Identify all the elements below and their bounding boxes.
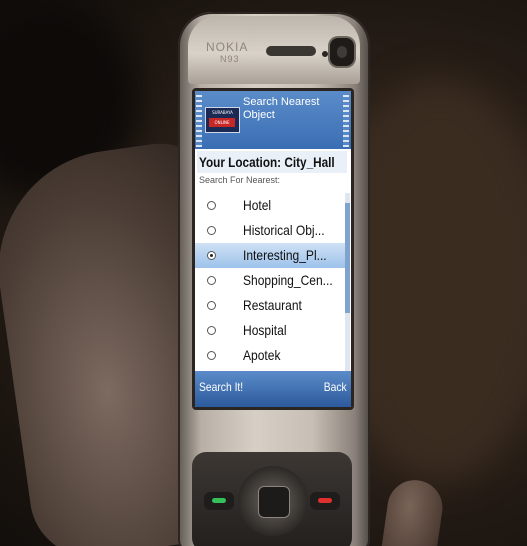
option-label: Historical Obj... [243, 222, 325, 238]
scrollbar[interactable] [345, 193, 350, 371]
logo-line-1: SURABAYA [212, 110, 233, 115]
finger [379, 476, 446, 546]
end-key[interactable] [310, 492, 340, 510]
phone-brand: NOKIA N93 [206, 40, 249, 65]
location-header: Your Location: City_Hall [197, 151, 347, 173]
option-label: Hotel [243, 197, 272, 213]
list-item-hospital[interactable]: Hospital [195, 318, 345, 343]
option-list: Hotel Historical Obj... Interesting_Pl..… [195, 193, 345, 371]
app-title-bar: SURABAYA ONLINE Search Nearest Object [195, 91, 351, 149]
radio-button-selected[interactable] [207, 251, 216, 260]
app-title: Search Nearest Object [243, 96, 320, 121]
app-logo: SURABAYA ONLINE [205, 107, 240, 133]
call-key[interactable] [204, 492, 234, 510]
earpiece-speaker [266, 46, 316, 56]
list-item-interesting-place[interactable]: Interesting_Pl... [195, 243, 345, 268]
radio-button[interactable] [207, 301, 216, 310]
model-name: N93 [220, 54, 240, 64]
logo-line-2: ONLINE [209, 118, 235, 127]
softkey-bar: Search It! Back [195, 371, 351, 407]
radio-button[interactable] [207, 201, 216, 210]
select-key[interactable] [258, 486, 290, 518]
search-label: Search For Nearest: [199, 175, 281, 185]
battery-indicator [343, 95, 349, 147]
list-item-apotek[interactable]: Apotek [195, 343, 345, 368]
option-label: Apotek [243, 347, 281, 363]
end-call-icon [318, 498, 332, 503]
radio-button[interactable] [207, 276, 216, 285]
call-icon [212, 498, 226, 503]
camera-lens [337, 46, 347, 58]
signal-indicator [196, 95, 202, 147]
front-camera [330, 38, 354, 66]
back-softkey[interactable]: Back [324, 380, 347, 394]
light-sensor [322, 51, 328, 57]
option-label: Interesting_Pl... [243, 247, 327, 263]
option-label: Shopping_Cen... [243, 272, 333, 288]
option-label: Hospital [243, 322, 287, 338]
radio-button[interactable] [207, 351, 216, 360]
list-item-hotel[interactable]: Hotel [195, 193, 345, 218]
list-item-historical-object[interactable]: Historical Obj... [195, 218, 345, 243]
keypad [192, 452, 352, 546]
location-label: Your Location: City_Hall [199, 154, 335, 170]
radio-button[interactable] [207, 326, 216, 335]
search-it-softkey[interactable]: Search It! [199, 380, 243, 394]
phone-screen: SURABAYA ONLINE Search Nearest Object Yo… [192, 88, 354, 410]
phone-top-panel: NOKIA N93 [188, 16, 360, 84]
option-label: Restaurant [243, 297, 302, 313]
radio-button[interactable] [207, 226, 216, 235]
scrollbar-thumb[interactable] [345, 203, 350, 313]
mobile-phone: NOKIA N93 SURABAYA ONLINE Search Nearest… [178, 12, 370, 546]
list-item-shopping-center[interactable]: Shopping_Cen... [195, 268, 345, 293]
photo-scene: NOKIA N93 SURABAYA ONLINE Search Nearest… [0, 0, 527, 546]
brand-name: NOKIA [206, 40, 249, 54]
navigation-key[interactable] [238, 466, 308, 536]
list-item-restaurant[interactable]: Restaurant [195, 293, 345, 318]
